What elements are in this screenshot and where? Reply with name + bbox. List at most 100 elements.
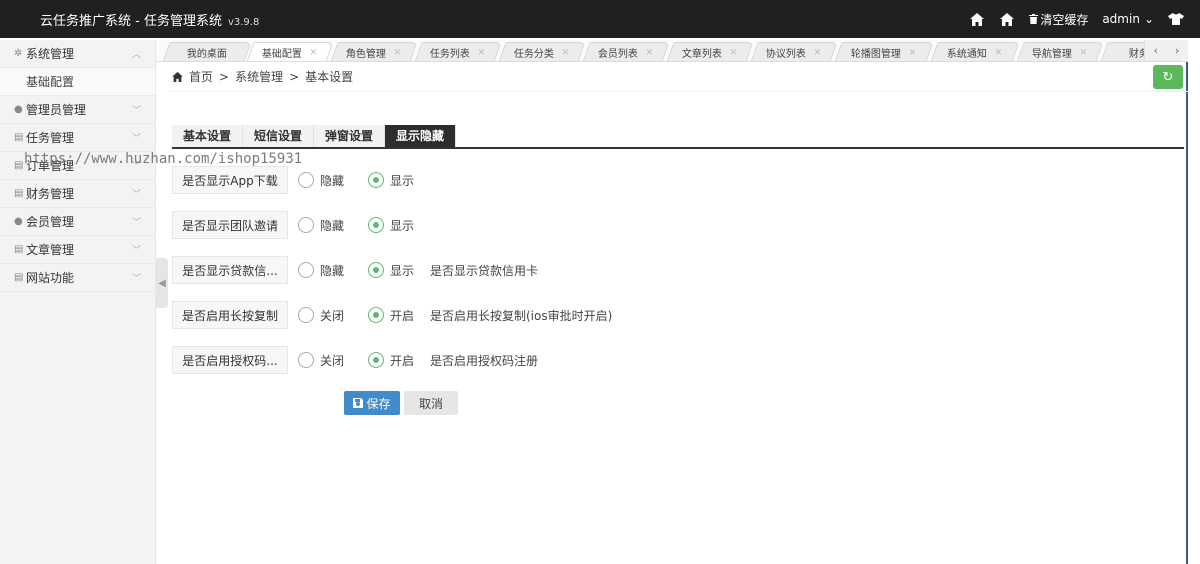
radio-off[interactable]: 关闭 — [298, 352, 358, 369]
sidebar-item-task[interactable]: ▤ 任务管理 ﹀ — [0, 124, 155, 152]
sidebar-item-site-function[interactable]: ▤ 网站功能 ﹀ — [0, 264, 155, 292]
close-icon[interactable]: ✕ — [562, 48, 570, 58]
refresh-button[interactable]: ↻ — [1153, 65, 1183, 89]
home-icon[interactable] — [999, 11, 1015, 27]
sidebar-item-finance[interactable]: ▤ 财务管理 ﹀ — [0, 180, 155, 208]
sidebar-item-label: 系统管理 — [26, 47, 75, 61]
tab-basic-config[interactable]: 基础配置 ✕ — [246, 42, 334, 61]
chevron-down-icon: ﹀ — [131, 134, 141, 144]
radio-circle — [298, 262, 314, 278]
save-button[interactable]: 保存 — [344, 391, 400, 415]
tab-system-notice[interactable]: 系统通知 ✕ — [930, 42, 1020, 61]
close-icon[interactable]: ✕ — [814, 48, 822, 58]
chevron-down-icon: ﹀ — [131, 190, 141, 200]
radio-hide[interactable]: 隐藏 — [298, 172, 358, 189]
tab-role[interactable]: 角色管理 ✕ — [330, 42, 418, 61]
form-row: 是否显示App下载 隐藏 显示 — [172, 166, 428, 194]
tab-desktop[interactable]: 我的桌面 — [162, 42, 252, 61]
close-icon[interactable]: ✕ — [730, 48, 738, 58]
tab-label: 系统通知 — [947, 49, 988, 60]
chevron-right-icon[interactable]: › — [1175, 44, 1179, 57]
breadcrumb-level2: 基本设置 — [305, 70, 354, 84]
tab-task-category[interactable]: 任务分类 ✕ — [498, 42, 586, 61]
sidebar-item-member[interactable]: ● 会员管理 ﹀ — [0, 208, 155, 236]
radio-show[interactable]: 显示 — [368, 172, 428, 189]
tab-label: 我的桌面 — [186, 49, 227, 60]
subtab-display[interactable]: 显示隐藏 — [385, 125, 457, 147]
user-menu[interactable]: admin ⌄ — [1102, 12, 1154, 26]
list-icon: ▤ — [14, 187, 24, 199]
chevron-down-icon: ﹀ — [131, 218, 141, 228]
tab-agreement-list[interactable]: 协议列表 ✕ — [750, 42, 838, 61]
sidebar-item-admin[interactable]: ● 管理员管理 ﹀ — [0, 96, 155, 124]
chevron-down-icon: ﹀ — [131, 246, 141, 256]
form-row: 是否显示团队邀请 隐藏 显示 — [172, 211, 428, 239]
radio-label: 隐藏 — [320, 218, 345, 233]
close-icon[interactable]: ✕ — [1080, 48, 1088, 58]
close-icon[interactable]: ✕ — [909, 48, 917, 58]
sidebar-item-article[interactable]: ▤ 文章管理 ﹀ — [0, 236, 155, 264]
radio-hide[interactable]: 隐藏 — [298, 217, 358, 234]
radio-circle — [298, 352, 314, 368]
radio-show[interactable]: 显示 — [368, 217, 428, 234]
tab-article-list[interactable]: 文章列表 ✕ — [666, 42, 754, 61]
sidebar-subitem-basic-config[interactable]: 基础配置 — [0, 68, 155, 96]
sidebar-collapse-handle[interactable]: ◀ — [156, 258, 168, 308]
tab-nav-manage[interactable]: 导航管理 ✕ — [1016, 42, 1104, 61]
radio-show[interactable]: 显示 — [368, 262, 428, 279]
close-icon[interactable]: ✕ — [478, 48, 486, 58]
close-icon[interactable]: ✕ — [394, 48, 402, 58]
radio-hide[interactable]: 隐藏 — [298, 262, 358, 279]
subtab-sms[interactable]: 短信设置 — [243, 125, 315, 147]
close-icon[interactable]: ✕ — [310, 48, 318, 58]
close-icon[interactable]: ✕ — [646, 48, 654, 58]
subtab-popup[interactable]: 弹窗设置 — [314, 125, 386, 147]
radio-circle — [368, 262, 384, 278]
tab-task-list[interactable]: 任务列表 ✕ — [414, 42, 502, 61]
breadcrumb-separator: > — [219, 69, 230, 84]
settings-tabs: 基本设置 短信设置 弹窗设置 显示隐藏 — [172, 125, 1184, 149]
field-label: 是否显示团队邀请 — [172, 211, 288, 239]
radio-on[interactable]: 开启 — [368, 307, 428, 324]
radio-circle — [298, 217, 314, 233]
tab-carousel[interactable]: 轮播图管理 ✕ — [834, 42, 934, 61]
radio-label: 隐藏 — [320, 173, 345, 188]
form-row: 是否显示贷款信... 隐藏 显示 是否显示贷款信用卡 — [172, 256, 538, 284]
tab-label: 角色管理 — [346, 49, 387, 60]
radio-label: 开启 — [390, 308, 415, 323]
close-icon[interactable]: ✕ — [995, 48, 1003, 58]
sidebar-item-label: 任务管理 — [26, 131, 75, 145]
radio-label: 隐藏 — [320, 263, 345, 278]
field-label: 是否启用长按复制 — [172, 301, 288, 329]
chevron-down-icon: ﹀ — [131, 274, 141, 284]
clear-cache-button[interactable]: 清空缓存 — [1029, 11, 1088, 28]
tab-label: 文章列表 — [682, 49, 723, 60]
field-label: 是否启用授权码... — [172, 346, 288, 374]
list-icon: ▤ — [14, 131, 24, 143]
user-icon: ● — [14, 215, 23, 227]
radio-circle — [368, 217, 384, 233]
tab-label: 导航管理 — [1032, 49, 1073, 60]
chevron-left-icon[interactable]: ‹ — [1154, 44, 1158, 57]
tab-member-list[interactable]: 会员列表 ✕ — [582, 42, 670, 61]
radio-on[interactable]: 开启 — [368, 352, 428, 369]
subtab-basic[interactable]: 基本设置 — [172, 125, 244, 147]
user-name: admin — [1102, 12, 1140, 26]
field-description: 是否启用授权码注册 — [430, 353, 539, 368]
sidebar-item-label: 会员管理 — [26, 215, 75, 229]
shirt-icon[interactable] — [1168, 11, 1184, 27]
breadcrumb-level1[interactable]: 系统管理 — [235, 68, 283, 85]
field-description: 是否启用长按复制(ios审批时开启) — [430, 308, 613, 323]
tab-label: 任务列表 — [430, 49, 471, 60]
home-icon[interactable] — [969, 11, 985, 27]
field-label: 是否显示贷款信... — [172, 256, 288, 284]
chevron-down-icon: ⌄ — [1143, 12, 1154, 26]
app-title-text: 云任务推广系统 - 任务管理系统 — [40, 14, 222, 29]
sidebar-item-label: 管理员管理 — [26, 103, 87, 117]
sidebar-item-system[interactable]: ✲ 系统管理 ︿ — [0, 40, 155, 68]
field-description: 是否显示贷款信用卡 — [430, 263, 539, 278]
radio-off[interactable]: 关闭 — [298, 307, 358, 324]
cancel-button[interactable]: 取消 — [404, 391, 458, 415]
tab-label: 协议列表 — [766, 49, 807, 60]
breadcrumb-home[interactable]: 首页 — [189, 68, 213, 85]
